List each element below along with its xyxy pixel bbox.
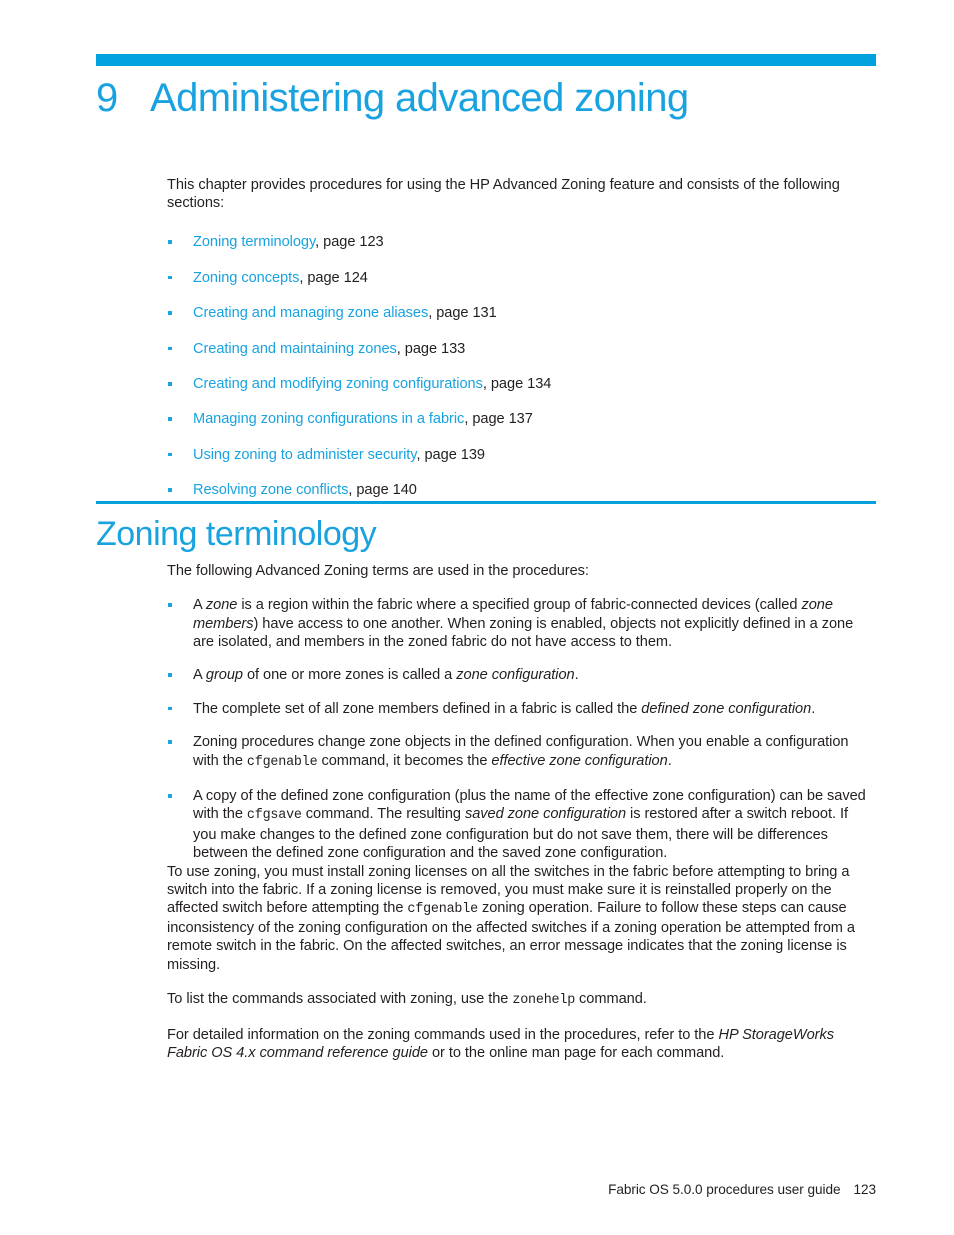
text-run: To list the commands associated with zon… <box>167 990 513 1007</box>
document-page: 9 Administering advanced zoning This cha… <box>0 0 954 1235</box>
toc-link[interactable]: Resolving zone conflicts <box>193 482 348 498</box>
bullet-icon <box>168 488 172 492</box>
toc-link[interactable]: Managing zoning configurations in a fabr… <box>193 411 464 427</box>
toc-item[interactable]: Zoning concepts, page 124 <box>167 269 873 287</box>
bullet-icon <box>168 311 172 315</box>
toc-page-reference: , page 123 <box>315 234 384 251</box>
terminology-list: A zone is a region within the fabric whe… <box>167 596 873 862</box>
emphasis-text: effective zone configuration <box>491 752 668 769</box>
chapter-title: Administering advanced zoning <box>150 76 689 120</box>
chapter-number: 9 <box>96 76 118 120</box>
text-run: command. <box>575 990 647 1007</box>
section-paragraph: To use zoning, you must install zoning l… <box>167 863 873 974</box>
bullet-icon <box>168 603 172 607</box>
toc-item[interactable]: Resolving zone conflicts, page 140 <box>167 481 873 499</box>
terminology-item: A copy of the defined zone configuration… <box>167 787 873 863</box>
text-run: . <box>574 667 579 684</box>
chapter-intro-block: This chapter provides procedures for usi… <box>167 176 873 499</box>
bullet-icon <box>168 452 172 457</box>
emphasis-text: zone <box>205 597 238 614</box>
toc-item[interactable]: Creating and managing zone aliases, page… <box>167 304 873 322</box>
page-footer: Fabric OS 5.0.0 procedures user guide 123 <box>0 1182 954 1197</box>
text-run: . <box>811 700 816 717</box>
emphasis-text: defined zone configuration <box>641 700 812 717</box>
text-run: The complete set of all zone members def… <box>193 700 642 717</box>
toc-page-reference: , page 124 <box>299 269 368 286</box>
bullet-icon <box>168 417 172 421</box>
command-literal: cfgsave <box>246 808 302 824</box>
text-run: command, it becomes the <box>317 752 492 769</box>
text-run: ) have access to one another. When zonin… <box>193 615 854 651</box>
section-body-zoning-terminology: The following Advanced Zoning terms are … <box>167 562 873 1063</box>
text-run: For detailed information on the zoning c… <box>167 1027 719 1044</box>
toc-page-reference: , page 131 <box>428 305 497 322</box>
bullet-icon <box>168 346 172 351</box>
text-run: of one or more zones is called a <box>242 667 457 684</box>
emphasis-text: group <box>205 667 243 684</box>
text-run: . <box>667 752 672 769</box>
section-heading-zoning-terminology: Zoning terminology <box>96 515 377 553</box>
bullet-icon <box>168 673 172 678</box>
terminology-item: A zone is a region within the fabric whe… <box>167 596 873 651</box>
toc-page-reference: , page 139 <box>416 446 485 463</box>
bullet-icon <box>168 740 172 744</box>
toc-page-reference: , page 140 <box>348 482 417 499</box>
bullet-icon <box>168 381 172 386</box>
section-lead-paragraph: The following Advanced Zoning terms are … <box>167 563 589 579</box>
command-literal: zonehelp <box>512 992 576 1008</box>
intro-paragraph: This chapter provides procedures for usi… <box>167 177 840 212</box>
bullet-icon <box>168 794 172 798</box>
toc-item[interactable]: Zoning terminology, page 123 <box>167 233 873 251</box>
terminology-item: The complete set of all zone members def… <box>167 700 873 718</box>
chapter-top-rule <box>96 54 876 66</box>
text-run: command. The resulting <box>301 806 465 823</box>
bullet-icon <box>168 275 172 280</box>
section-paragraph: To list the commands associated with zon… <box>167 990 873 1010</box>
command-literal: cfgenable <box>407 902 478 918</box>
terminology-item: Zoning procedures change zone objects in… <box>167 733 873 772</box>
chapter-heading: 9 Administering advanced zoning <box>96 78 886 118</box>
section-paragraphs: To use zoning, you must install zoning l… <box>167 863 873 1063</box>
toc-item[interactable]: Creating and modifying zoning configurat… <box>167 375 873 393</box>
text-run: A <box>193 667 206 684</box>
toc-item[interactable]: Managing zoning configurations in a fabr… <box>167 410 873 428</box>
section-divider-rule <box>96 501 876 504</box>
terminology-item: A group of one or more zones is called a… <box>167 666 873 684</box>
command-literal: cfgenable <box>246 754 318 770</box>
toc-link[interactable]: Zoning concepts <box>193 270 299 286</box>
text-run: is a region within the fabric where a sp… <box>237 597 802 614</box>
toc-link[interactable]: Creating and modifying zoning configurat… <box>193 376 483 392</box>
toc-link[interactable]: Creating and maintaining zones <box>193 341 397 357</box>
footer-guide-title: Fabric OS 5.0.0 procedures user guide <box>608 1182 841 1197</box>
emphasis-text: saved zone configuration <box>464 806 627 823</box>
text-run: A <box>193 597 206 614</box>
toc-link[interactable]: Zoning terminology <box>193 234 315 250</box>
section-paragraph: For detailed information on the zoning c… <box>167 1026 873 1062</box>
emphasis-text: zone configuration <box>456 667 575 684</box>
toc-item[interactable]: Creating and maintaining zones, page 133 <box>167 340 873 358</box>
toc-item[interactable]: Using zoning to administer security, pag… <box>167 446 873 464</box>
toc-page-reference: , page 133 <box>396 340 466 357</box>
footer-page-number: 123 <box>853 1182 876 1197</box>
toc-link[interactable]: Creating and managing zone aliases <box>193 305 428 321</box>
toc-page-reference: , page 134 <box>482 375 552 392</box>
bullet-icon <box>168 706 172 711</box>
text-run: or to the online man page for each comma… <box>427 1045 725 1062</box>
chapter-toc-list: Zoning terminology, page 123 Zoning conce… <box>167 233 873 499</box>
bullet-icon <box>168 240 172 244</box>
toc-page-reference: , page 137 <box>464 411 533 428</box>
toc-link[interactable]: Using zoning to administer security <box>193 447 417 463</box>
